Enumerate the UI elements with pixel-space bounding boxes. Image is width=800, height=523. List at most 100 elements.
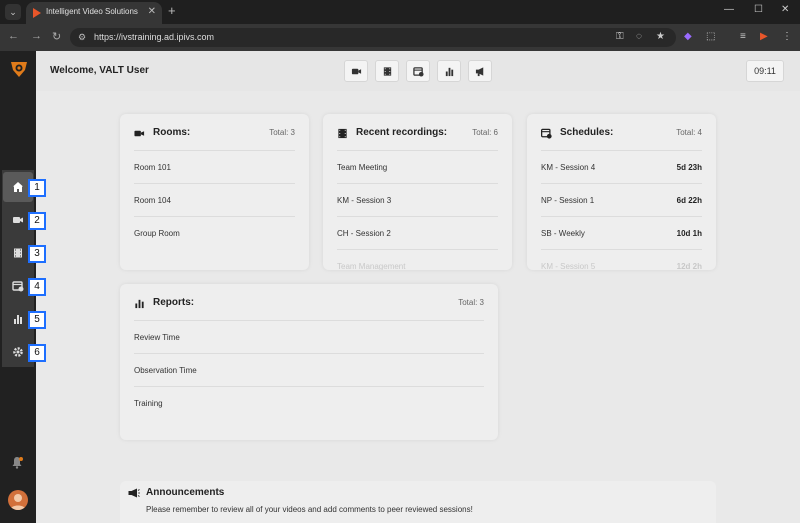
schedule-countdown: 12d 2h [676,262,702,270]
gear-icon [13,347,23,357]
home-icon [13,182,23,192]
recording-row[interactable]: Team Management [337,249,498,270]
video-camera-icon [13,217,23,223]
maximize-icon[interactable]: ☐ [754,4,763,15]
megaphone-icon [128,488,140,498]
schedule-row[interactable]: NP - Session 1 6d 22h [541,183,702,216]
badge-2: 2 [28,212,46,230]
schedule-name: SB - Weekly [541,229,585,238]
rooms-total: Total: 3 [269,128,295,137]
site-settings-icon[interactable]: ⚙ [78,32,86,43]
tab-title: Intelligent Video Solutions [46,7,138,16]
badge-6: 6 [28,344,46,362]
tab-search-button[interactable]: ⌄ [5,4,21,20]
clock-display: 09:11 [746,60,784,82]
room-name: Room 104 [134,196,171,205]
quick-rooms-button[interactable] [344,60,368,82]
report-name: Training [134,399,163,408]
app-root: 1 2 3 4 5 6 Welcome, VALT User 09:11 Roo… [0,51,800,523]
schedule-row[interactable]: KM - Session 4 5d 23h [541,150,702,183]
reload-icon[interactable]: ↻ [52,30,61,43]
quick-recordings-button[interactable] [375,60,399,82]
schedule-name: NP - Session 1 [541,196,595,205]
recordings-title: Recent recordings: [356,127,448,138]
announcements-title: Announcements [146,487,225,498]
close-window-icon[interactable]: ✕ [781,4,789,15]
extension-icon[interactable]: ◆ [684,31,692,42]
schedules-card: Schedules: Total: 4 KM - Session 4 5d 23h… [527,114,716,270]
announcement-text: Please remember to review all of your vi… [146,505,473,514]
video-camera-icon [134,130,145,137]
address-bar[interactable]: ⚙ https://ivstraining.ad.ipivs.com ⚿ ◌ ★ [70,28,676,47]
calendar-clock-icon [12,281,24,292]
recording-name: CH - Session 2 [337,229,391,238]
calendar-clock-icon [541,128,552,139]
reports-card: Reports: Total: 3 Review Time Observatio… [120,284,498,440]
schedule-row[interactable]: KM - Session 5 12d 2h [541,249,702,270]
ivs-extension-icon[interactable]: ▶ [760,31,768,42]
tab-search-list-icon[interactable]: ≡ [740,31,746,42]
tab-close-icon[interactable]: ✕ [148,6,156,17]
quick-schedules-button[interactable] [406,60,430,82]
badge-4: 4 [28,278,46,296]
recording-name: Team Meeting [337,163,388,172]
password-key-icon[interactable]: ⚿ [616,31,624,42]
bar-chart-icon [445,67,453,76]
film-icon [338,128,347,139]
reports-title: Reports: [153,297,195,308]
badge-1: 1 [28,179,46,197]
recording-row[interactable]: CH - Session 2 [337,216,498,249]
notification-dot [19,457,23,461]
schedule-name: KM - Session 4 [541,163,596,172]
recording-row[interactable]: KM - Session 3 [337,183,498,216]
schedule-row[interactable]: SB - Weekly 10d 1h [541,216,702,249]
recording-row[interactable]: Team Meeting [337,150,498,183]
extensions-puzzle-icon[interactable]: ⬚ [706,31,715,42]
forward-icon[interactable]: → [31,30,42,42]
back-icon[interactable]: ← [8,30,19,42]
report-name: Review Time [134,333,180,342]
report-row[interactable]: Review Time [134,320,484,353]
film-icon [14,248,22,258]
valt-logo-icon[interactable] [10,60,28,78]
room-row[interactable]: Group Room [134,216,295,249]
film-icon [383,66,391,76]
room-name: Group Room [134,229,180,238]
ivs-favicon-icon [33,8,41,18]
quick-reports-button[interactable] [437,60,461,82]
room-row[interactable]: Room 101 [134,150,295,183]
url-text: https://ivstraining.ad.ipivs.com [94,32,215,42]
schedule-name: KM - Session 5 [541,262,596,270]
bookmark-star-icon[interactable]: ★ [656,31,665,42]
minimize-icon[interactable]: — [724,4,734,15]
eye-off-icon[interactable]: ◌ [636,31,642,42]
user-avatar[interactable] [8,490,28,510]
quick-announcements-button[interactable] [468,60,492,82]
room-name: Room 101 [134,163,171,172]
report-row[interactable]: Training [134,386,484,419]
schedule-countdown: 10d 1h [676,229,702,238]
app-header: Welcome, VALT User 09:11 [36,51,800,91]
room-row[interactable]: Room 104 [134,183,295,216]
announcements-panel: Announcements Please remember to review … [120,481,716,523]
schedules-title: Schedules: [560,127,614,138]
bar-chart-icon [135,299,144,309]
video-camera-icon [351,68,361,74]
schedules-total: Total: 4 [676,128,702,137]
recordings-total: Total: 6 [472,128,498,137]
badge-5: 5 [28,311,46,329]
browser-menu-icon[interactable]: ⋮ [782,31,792,42]
schedule-countdown: 6d 22h [676,196,702,205]
reports-total: Total: 3 [458,298,484,307]
welcome-text: Welcome, VALT User [50,65,149,76]
calendar-clock-icon [412,66,424,77]
rooms-card: Rooms: Total: 3 Room 101 Room 104 Group … [120,114,309,270]
report-name: Observation Time [134,366,197,375]
rooms-title: Rooms: [153,127,191,138]
browser-tab[interactable]: Intelligent Video Solutions ✕ [26,2,162,24]
recording-name: KM - Session 3 [337,196,392,205]
new-tab-button[interactable]: + [168,3,176,18]
schedule-countdown: 5d 23h [676,163,702,172]
browser-tab-strip: ⌄ Intelligent Video Solutions ✕ + — ☐ ✕ [0,0,800,24]
report-row[interactable]: Observation Time [134,353,484,386]
